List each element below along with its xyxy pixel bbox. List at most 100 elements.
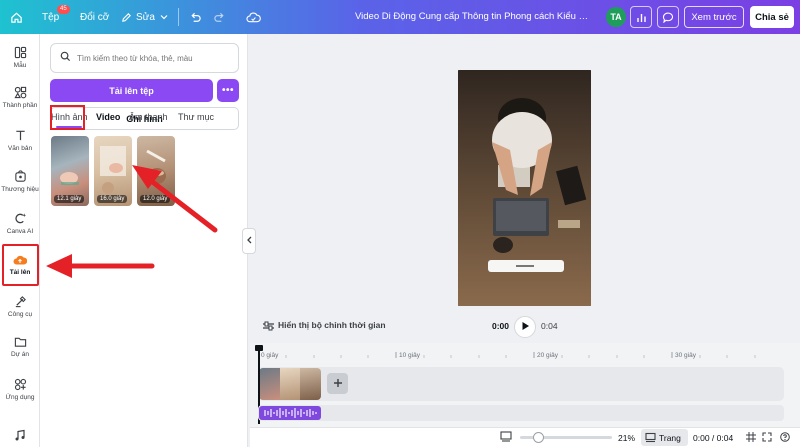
help-icon[interactable] [780,432,790,444]
video-duration: 16.0 giây [97,195,128,203]
resize-menu-label: Đổi cỡ [80,11,110,23]
time-readout: 0:00 / 0:04 [693,433,734,443]
rail-item-brand[interactable]: Thương hiệu [0,170,40,193]
elements-icon [0,86,40,99]
tab-audio[interactable]: Âm thanh [129,112,168,122]
rail-item-tools[interactable]: Công cụ [0,295,40,318]
template-icon [0,46,40,59]
audio-track [258,405,784,421]
top-bar: Tệp 45 Đổi cỡ Sửa Video Di Động Cung cấp… [0,0,800,34]
rail-item-templates[interactable]: Mẫu [0,46,40,69]
plus-icon [333,376,343,391]
rail-item-label: Công cụ [7,311,33,318]
tools-icon [0,295,40,308]
side-rail: Mẫu Thành phần Văn bản Thương hiệu Canva… [0,34,40,447]
grid-view-icon[interactable] [746,432,756,444]
undo-button[interactable] [189,0,202,34]
rail-item-text[interactable]: Văn bản [0,129,40,152]
timing-icon [262,320,275,334]
uploads-panel: Tải lên tệp ••• Ghi hình [40,34,248,447]
cloud-check-icon [246,11,261,24]
total-time: 0:04 [541,321,558,331]
file-menu[interactable]: Tệp [42,0,59,34]
edit-menu[interactable]: Sửa [121,0,168,34]
comments-button[interactable] [657,0,679,34]
redo-icon [213,11,226,24]
rail-item-apps[interactable]: Ứng dụng [0,378,40,401]
redo-button[interactable] [213,0,226,34]
waveform-icon [264,408,317,418]
design-canvas[interactable] [458,70,591,306]
rail-item-label: Ứng dụng [5,394,35,401]
undo-icon [189,11,202,24]
videos-tab-highlight-box [50,105,85,130]
rail-item-label: Canva AI [6,228,34,235]
rail-item-label: Văn bản [7,145,33,152]
chevron-down-icon [160,13,168,21]
bar-chart-icon [636,12,647,23]
play-button[interactable] [514,316,536,338]
rail-item-canva-ai[interactable]: Canva AI [0,212,40,235]
rail-item-elements[interactable]: Thành phần [0,86,40,109]
zoom-level[interactable]: 21% [618,433,635,443]
notification-badge: 45 [57,5,70,14]
upload-files-button[interactable]: Tải lên tệp [50,79,213,102]
tab-folders[interactable]: Thư mục [178,112,214,122]
playhead-handle[interactable] [255,345,263,351]
resize-menu[interactable]: Đổi cỡ [80,0,109,34]
pages-icon [645,432,656,445]
share-button[interactable]: Chia sẻ [750,6,794,28]
music-note-icon [0,429,40,441]
timeline-clip[interactable] [259,368,280,400]
zoom-slider-handle[interactable] [533,432,544,443]
video-thumbnail[interactable]: 16.0 giây [94,136,132,206]
home-button[interactable] [10,0,23,34]
rail-item-label: Thành phần [2,102,38,109]
divider [178,8,179,26]
ruler-label: 10 giây [399,352,420,359]
video-duration: 12.1 giây [54,195,85,203]
apps-icon [0,378,40,391]
pages-button[interactable]: Trang [641,429,688,446]
timeline-ruler [258,348,784,358]
pages-label: Trang [659,433,681,443]
document-title[interactable]: Video Di Động Cung cấp Thông tin Phong c… [355,0,590,34]
tab-videos[interactable]: Video [96,112,120,122]
play-icon [521,321,530,333]
rail-item-audio[interactable] [0,429,40,444]
timeline-clip[interactable] [280,368,300,400]
pencil-icon [121,12,132,23]
uploads-highlight-box [2,244,39,286]
video-thumbnail[interactable]: 12.1 giây [51,136,89,206]
ruler-label: 30 giây [675,352,696,359]
audio-clip[interactable] [259,406,321,420]
brand-icon [0,170,40,183]
canva-ai-icon [0,212,40,225]
text-icon [0,129,40,142]
fullscreen-icon[interactable] [762,432,772,444]
rail-item-label: Thương hiệu [1,186,39,193]
insights-button[interactable] [630,0,652,34]
home-icon [10,11,23,24]
comment-icon [662,12,674,23]
timeline-clip[interactable] [300,368,321,400]
bottom-bar: 21% Trang 0:00 / 0:04 [250,427,800,447]
rail-item-label: Mẫu [13,62,27,69]
add-clip-button[interactable] [327,373,348,394]
search-box[interactable] [50,43,239,73]
chevron-left-icon [246,236,252,246]
folder-icon [0,336,40,348]
current-time: 0:00 [492,321,510,331]
edit-menu-label: Sửa [136,11,155,23]
avatar[interactable]: TA [606,7,626,27]
video-thumbnail[interactable]: 12.0 giây [137,136,175,206]
search-input[interactable] [77,53,227,63]
cloud-save-status[interactable] [246,0,261,34]
more-options-button[interactable]: ••• [217,79,239,102]
notes-icon[interactable] [500,431,512,444]
collapse-panel-button[interactable] [242,228,256,254]
preview-button[interactable]: Xem trước [684,6,744,28]
show-timing-label: Hiển thị bộ chỉnh thời gian [278,320,386,330]
ruler-label: 0 giây [261,352,279,359]
rail-item-projects[interactable]: Dự án [0,336,40,358]
